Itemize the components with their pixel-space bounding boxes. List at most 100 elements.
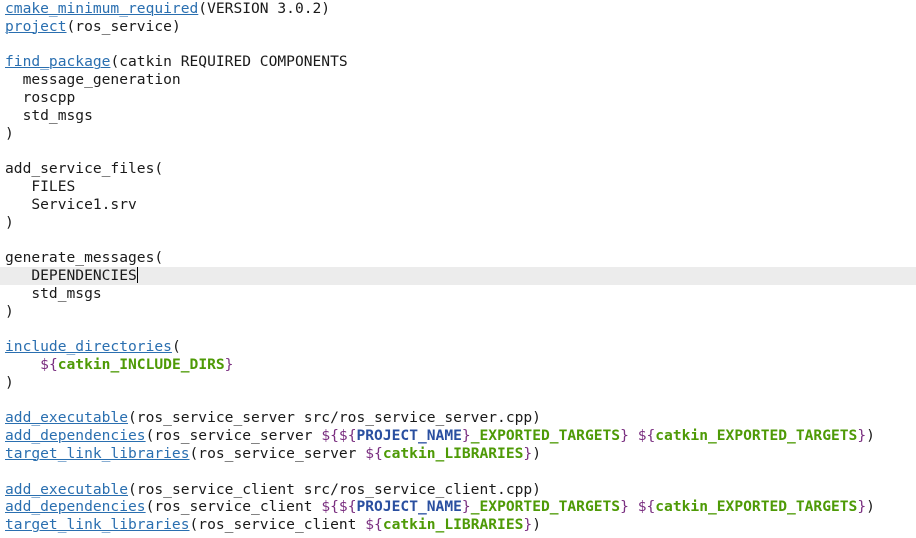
variable-brace: } [857, 427, 867, 445]
code-line[interactable]: include_directories( [5, 338, 916, 356]
cmake-variable: catkin_LIBRARIES [382, 516, 524, 534]
variable-brace: ${ [321, 498, 339, 516]
variable-brace: } [224, 355, 234, 373]
cmake-command: add_dependencies [5, 498, 146, 516]
variable-brace: ${ [338, 427, 357, 445]
variable-brace: ${ [321, 427, 339, 445]
code-line[interactable]: std_msgs [5, 285, 916, 303]
code-editor[interactable]: cmake_minimum_required(VERSION 3.0.2) pro… [0, 0, 916, 538]
code-text: (VERSION 3.0.2) [198, 0, 331, 17]
code-text: message_generation [5, 71, 181, 89]
cmake-command: add_executable [5, 480, 129, 498]
code-text: DEPENDENCIES [5, 266, 137, 284]
variable-brace: } [523, 444, 533, 462]
cmake-variable: _EXPORTED_TARGETS [470, 498, 621, 516]
code-line[interactable]: add_service_files( [5, 160, 916, 178]
code-line[interactable]: std_msgs [5, 107, 916, 125]
variable-brace: ${ [365, 444, 383, 462]
code-line[interactable]: generate_messages( [5, 249, 916, 267]
code-text: (ros_service_client [189, 516, 366, 534]
code-text: ) [866, 498, 875, 516]
variable-brace: } [620, 427, 629, 445]
variable-brace: } [523, 516, 533, 534]
code-text: (ros_service_client src/ros_service_clie… [128, 480, 541, 498]
code-text: (ros_service_server src/ros_service_serv… [128, 409, 541, 427]
variable-brace: ${ [338, 498, 357, 516]
code-text: ) [532, 516, 542, 534]
code-text: (ros_service) [66, 17, 181, 35]
code-text: (ros_service_client [145, 498, 322, 516]
code-line[interactable]: project(ros_service) [5, 18, 916, 36]
cmake-command: target_link_libraries [5, 516, 190, 534]
code-line[interactable]: FILES [5, 178, 916, 196]
code-text: generate_messages( [5, 249, 164, 267]
code-line[interactable] [5, 231, 916, 249]
code-line[interactable]: add_executable(ros_service_client src/ro… [5, 481, 916, 499]
code-line[interactable]: target_link_libraries(ros_service_client… [5, 516, 916, 534]
code-text: ) [866, 427, 875, 445]
cmake-variable: catkin_EXPORTED_TARGETS [655, 498, 858, 516]
variable-brace: ${ [40, 355, 58, 373]
code-text: (ros_service_server [145, 427, 322, 445]
code-text: (catkin REQUIRED COMPONENTS [110, 53, 348, 71]
code-text: FILES [5, 177, 76, 195]
cmake-variable: _EXPORTED_TARGETS [470, 427, 621, 445]
code-text: std_msgs [5, 106, 93, 124]
cmake-command: project [5, 17, 67, 35]
variable-brace: ${ [365, 516, 383, 534]
code-text: ) [5, 213, 14, 231]
cmake-command: add_executable [5, 409, 129, 427]
cmake-variable-inner: PROJECT_NAME [356, 498, 462, 516]
cmake-command: find_package [5, 53, 111, 71]
code-line[interactable] [5, 142, 916, 160]
code-line[interactable]: add_dependencies(ros_service_server ${${… [5, 427, 916, 445]
code-line[interactable] [5, 36, 916, 54]
variable-brace: } [461, 427, 471, 445]
variable-brace: } [857, 498, 867, 516]
code-line[interactable]: ) [5, 303, 916, 321]
cmake-command: add_dependencies [5, 427, 146, 445]
cmake-variable-inner: PROJECT_NAME [356, 427, 462, 445]
code-text: ) [532, 444, 542, 462]
code-text: roscpp [5, 88, 76, 106]
variable-brace: ${ [637, 427, 656, 445]
code-line[interactable]: ) [5, 214, 916, 232]
code-line-current[interactable]: DEPENDENCIES [0, 266, 916, 285]
code-line[interactable] [5, 392, 916, 410]
cmake-variable: catkin_LIBRARIES [382, 444, 524, 462]
cmake-variable: catkin_EXPORTED_TARGETS [655, 427, 858, 445]
code-line[interactable]: find_package(catkin REQUIRED COMPONENTS [5, 53, 916, 71]
code-line[interactable]: roscpp [5, 89, 916, 107]
code-area[interactable]: cmake_minimum_required(VERSION 3.0.2) pro… [0, 0, 916, 534]
code-line[interactable]: ) [5, 125, 916, 143]
code-text: (ros_service_server [189, 444, 366, 462]
code-line[interactable] [5, 463, 916, 481]
code-text: add_service_files( [5, 160, 164, 178]
code-line[interactable]: ${catkin_INCLUDE_DIRS} [5, 356, 916, 374]
code-line[interactable]: message_generation [5, 71, 916, 89]
code-text: ( [171, 338, 181, 356]
cmake-command: include_directories [5, 338, 172, 356]
code-line[interactable] [5, 320, 916, 338]
cmake-variable: catkin_INCLUDE_DIRS [57, 355, 225, 373]
code-line[interactable]: target_link_libraries(ros_service_server… [5, 445, 916, 463]
cmake-command: target_link_libraries [5, 444, 190, 462]
code-text: ) [5, 302, 14, 320]
code-line[interactable]: ) [5, 374, 916, 392]
code-line[interactable]: Service1.srv [5, 196, 916, 214]
code-text: Service1.srv [5, 195, 137, 213]
code-line[interactable]: add_dependencies(ros_service_client ${${… [5, 498, 916, 516]
code-line[interactable]: cmake_minimum_required(VERSION 3.0.2) [5, 0, 916, 18]
cmake-command: cmake_minimum_required [5, 0, 199, 17]
code-text: std_msgs [5, 284, 102, 302]
text-cursor [136, 266, 138, 283]
variable-brace: } [620, 498, 629, 516]
code-text: ) [5, 373, 14, 391]
variable-brace: ${ [637, 498, 656, 516]
code-line[interactable]: add_executable(ros_service_server src/ro… [5, 409, 916, 427]
code-text: ) [5, 124, 14, 142]
variable-brace: } [461, 498, 471, 516]
